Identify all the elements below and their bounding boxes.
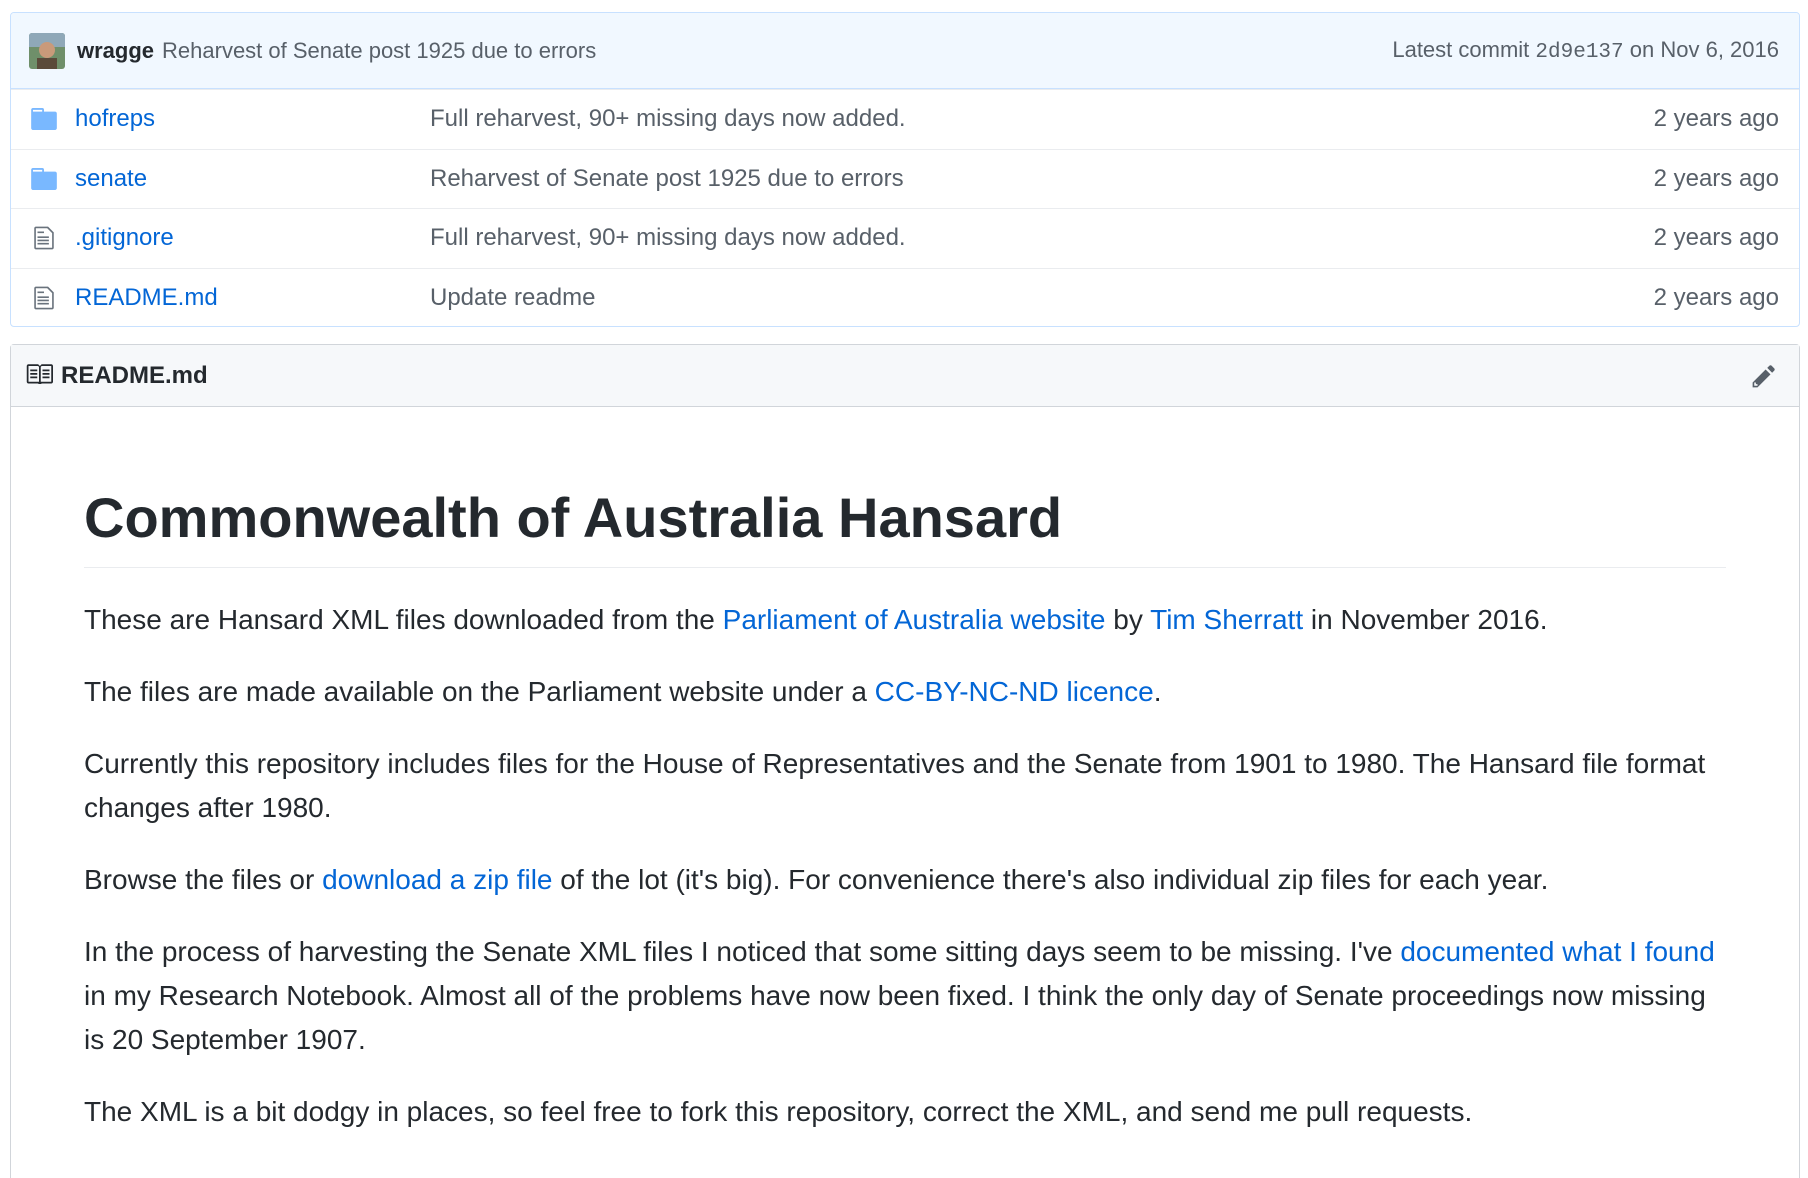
commit-date-prefix: on — [1629, 37, 1655, 62]
file-browser: wragge Reharvest of Senate post 1925 due… — [10, 12, 1800, 327]
commit-date: Nov 6, 2016 — [1660, 37, 1779, 62]
file-age: 2 years ago — [1653, 224, 1779, 252]
documented-link[interactable]: documented what I found — [1400, 936, 1714, 967]
edit-pencil-icon[interactable] — [1747, 359, 1781, 393]
file-commit-message[interactable]: Reharvest of Senate post 1925 due to err… — [430, 165, 1654, 193]
readme-paragraph: The files are made available on the Parl… — [84, 675, 1162, 707]
download-zip-link[interactable]: download a zip file — [322, 864, 552, 895]
file-link-readme[interactable]: README.md — [75, 284, 430, 312]
readme-paragraph: The XML is a bit dodgy in places, so fee… — [84, 1095, 1473, 1127]
readme-heading: Commonwealth of Australia Hansard — [84, 407, 1726, 568]
file-age: 2 years ago — [1653, 283, 1779, 311]
latest-commit-label: Latest commit — [1392, 37, 1530, 62]
readme-panel: README.md Commonwealth of Australia Hans… — [10, 344, 1800, 1178]
file-text-icon — [29, 225, 59, 251]
file-link-hofreps[interactable]: hofreps — [75, 105, 430, 133]
file-age: 2 years ago — [1653, 164, 1779, 192]
readme-paragraph: These are Hansard XML files downloaded f… — [84, 603, 1548, 635]
file-row: .gitignore Full reharvest, 90+ missing d… — [11, 208, 1799, 268]
readme-paragraph: Currently this repository includes files… — [84, 747, 1706, 823]
file-text-icon — [29, 285, 59, 311]
commit-author-link[interactable]: wragge — [77, 38, 154, 64]
file-link-gitignore[interactable]: .gitignore — [75, 224, 430, 252]
file-commit-message[interactable]: Full reharvest, 90+ missing days now add… — [430, 224, 1654, 252]
avatar[interactable] — [29, 32, 65, 69]
latest-commit-bar: wragge Reharvest of Senate post 1925 due… — [11, 13, 1799, 89]
readme-header: README.md — [11, 345, 1799, 407]
commit-sha-link[interactable]: 2d9e137 — [1535, 41, 1623, 64]
commit-message-link[interactable]: Reharvest of Senate post 1925 due to err… — [162, 38, 596, 64]
file-commit-message[interactable]: Full reharvest, 90+ missing days now add… — [430, 105, 1654, 133]
folder-icon — [29, 106, 59, 132]
readme-paragraph: In the process of harvesting the Senate … — [84, 935, 1715, 1055]
file-commit-message[interactable]: Update readme — [430, 284, 1654, 312]
readme-content: Commonwealth of Australia Hansard These … — [11, 407, 1799, 1134]
parliament-website-link[interactable]: Parliament of Australia website — [723, 604, 1106, 635]
latest-commit-info: Latest commit 2d9e137 on Nov 6, 2016 — [1392, 37, 1779, 64]
file-row: senate Reharvest of Senate post 1925 due… — [11, 148, 1799, 209]
file-row: hofreps Full reharvest, 90+ missing days… — [11, 89, 1799, 149]
tim-sherratt-link[interactable]: Tim Sherratt — [1150, 604, 1303, 635]
file-link-senate[interactable]: senate — [75, 165, 430, 193]
file-age: 2 years ago — [1653, 105, 1779, 133]
book-icon — [25, 362, 53, 389]
readme-filename: README.md — [61, 361, 208, 389]
folder-icon — [29, 166, 59, 192]
file-row: README.md Update readme 2 years ago — [11, 267, 1799, 327]
licence-link[interactable]: CC-BY-NC-ND licence — [875, 676, 1154, 707]
readme-paragraph: Browse the files or download a zip file … — [84, 863, 1549, 895]
